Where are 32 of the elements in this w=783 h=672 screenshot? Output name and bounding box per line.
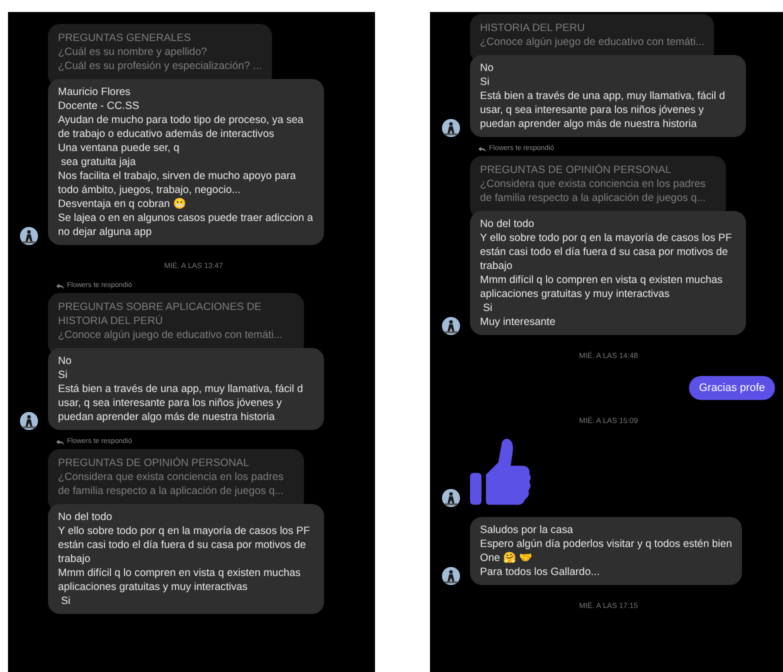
message-text: No bbox=[480, 62, 494, 74]
message-text: No del todo bbox=[480, 218, 534, 230]
message-text: Está bien a través de una app, muy llamativa, fácil d usar, q sea interesante para los niños jóvenes y puedan aprender algo más de nuestra historia bbox=[480, 90, 726, 130]
message-text: Saludos por la casa bbox=[480, 524, 574, 536]
message-text: Mmm difícil q lo compren en vista q existen muchas aplicaciones gratuitas y muy interactivas bbox=[480, 274, 724, 300]
sent-message-bubble: Gracias profe bbox=[688, 376, 775, 400]
message-text: Si bbox=[58, 369, 68, 381]
reply-icon bbox=[478, 146, 486, 152]
message-text: Si bbox=[60, 595, 70, 607]
message-text: Y ello sobre todo por q en la mayoría de casos los PF están casi todo el día fuera d su casa por motivos de trabajo bbox=[58, 525, 311, 565]
message-text: Mauricio Flores bbox=[58, 86, 130, 98]
message-text: Si bbox=[480, 76, 490, 88]
message-text: Y ello sobre todo por q en la mayoría de casos los PF están casi todo el día fuera d su casa por motivos de trabajo bbox=[480, 232, 733, 272]
message-text: Muy interesante bbox=[480, 316, 556, 328]
message-text: sea gratuita jaja bbox=[60, 156, 136, 168]
message-text: Se lajea o en en algunos casos puede traer adiccion a no dejar alguna app bbox=[58, 212, 314, 238]
message-text: Para todos los Gallardo... bbox=[480, 566, 600, 578]
message-text: Si bbox=[482, 302, 492, 314]
message-text: Ayudan de mucho para todo tipo de proceso, ya sea de trabajo o educativo además de interactivos bbox=[58, 114, 304, 140]
message-text: Está bien a través de una app, muy llamativa, fácil d usar, q sea interesante para los niños jóvenes y puedan aprender algo más de nuestra historia bbox=[58, 383, 304, 423]
reply-icon bbox=[56, 282, 64, 288]
message-text: One 🤗 🤝 bbox=[480, 552, 532, 564]
thumbs-up-icon bbox=[470, 437, 532, 507]
message-text: No del todo bbox=[58, 511, 112, 523]
message-text: Espero algún día poderlos visitar y q todos estén bien bbox=[480, 538, 732, 550]
message-text: Nos facilita el trabajo, sirven de mucho apoyo para todo ámbito, juegos, trabajo, negocio... bbox=[58, 170, 297, 196]
message-text: No bbox=[58, 355, 72, 367]
message-text: Una ventana puede ser, q bbox=[58, 142, 180, 154]
message-text: Mmm difícil q lo compren en vista q existen muchas aplicaciones gratuitas y muy interactivas bbox=[58, 567, 302, 593]
message-text: Docente - CC.SS bbox=[58, 100, 140, 112]
message-text: Desventaja en q cobran 😬 bbox=[58, 198, 186, 210]
reply-icon bbox=[56, 438, 64, 444]
